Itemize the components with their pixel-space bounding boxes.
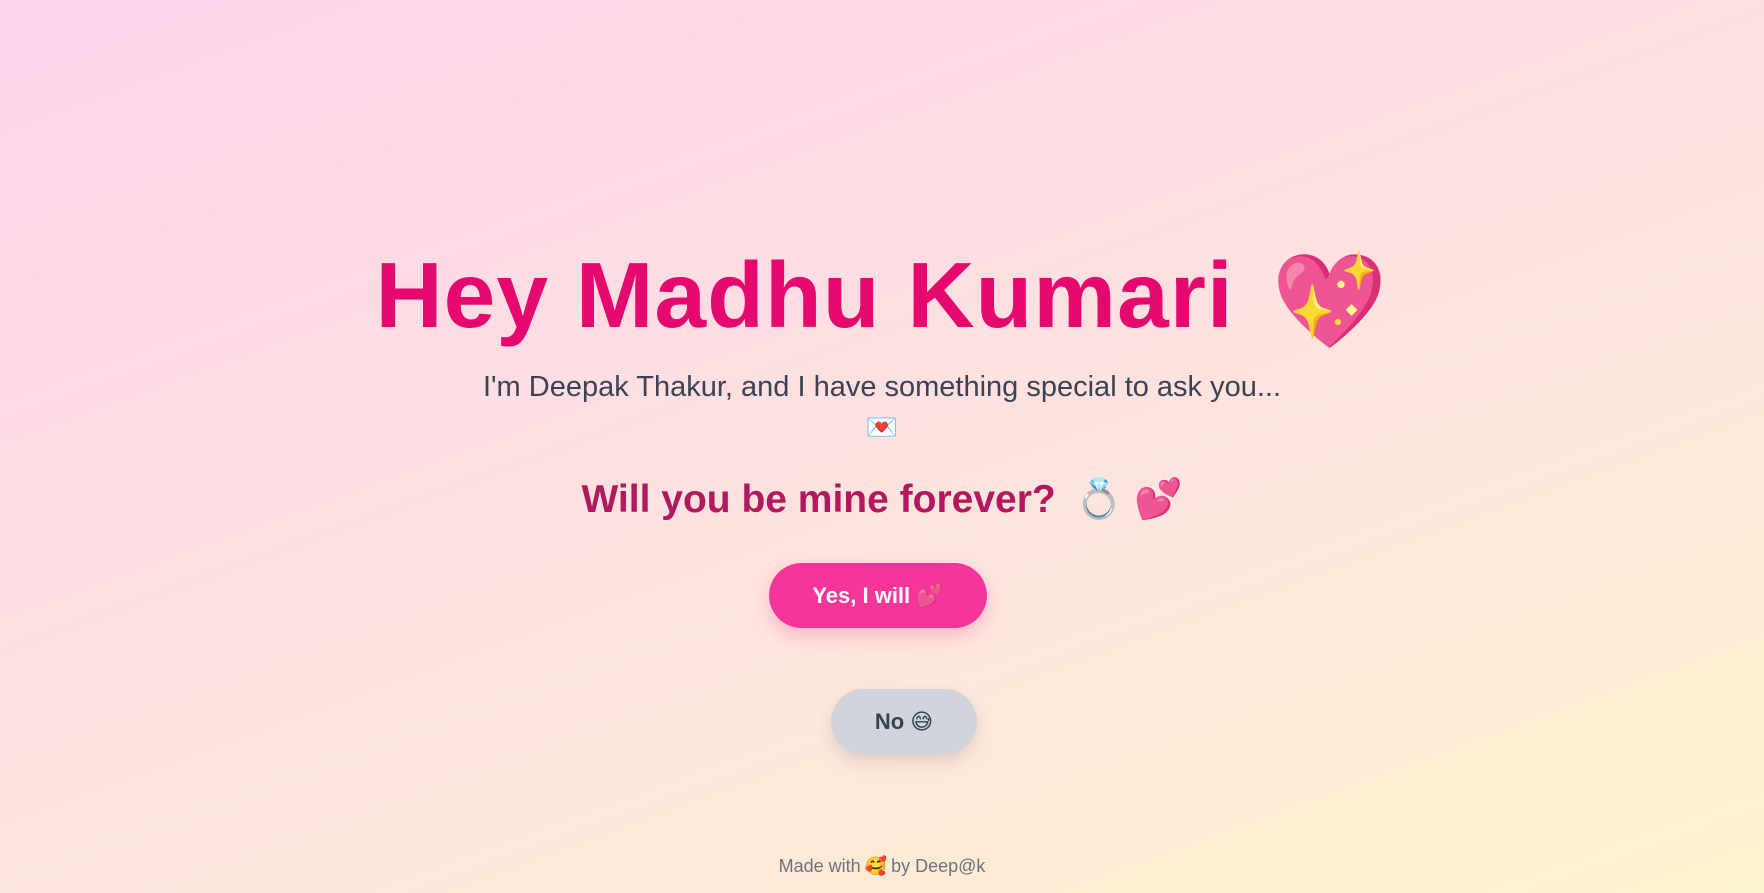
proposal-page: Hey Madhu Kumari 💖 I'm Deepak Thakur, and… xyxy=(0,0,1764,893)
greeting-text: Hey Madhu Kumari xyxy=(375,243,1234,347)
no-button[interactable]: No 😅 xyxy=(831,689,977,754)
intro-text: I'm Deepak Thakur, and I have something … xyxy=(482,371,1282,403)
footer-suffix: by Deep@k xyxy=(891,856,986,876)
footer-credit: Made with 🥰 by Deep@k xyxy=(0,855,1764,877)
yes-button[interactable]: Yes, I will 💕 xyxy=(769,563,987,628)
love-letter-icon: 💌 xyxy=(865,412,899,442)
smiling-face-hearts-icon: 🥰 xyxy=(864,856,888,876)
ring-hearts-icon: 💍 💕 xyxy=(1074,478,1183,521)
footer-prefix: Made with xyxy=(778,856,861,876)
question-text: Will you be mine forever? xyxy=(581,478,1056,521)
page-title: Hey Madhu Kumari 💖 xyxy=(0,236,1764,360)
proposal-question: Will you be mine forever? 💍 💕 xyxy=(0,474,1764,526)
sparkling-heart-icon: 💖 xyxy=(1271,249,1389,353)
